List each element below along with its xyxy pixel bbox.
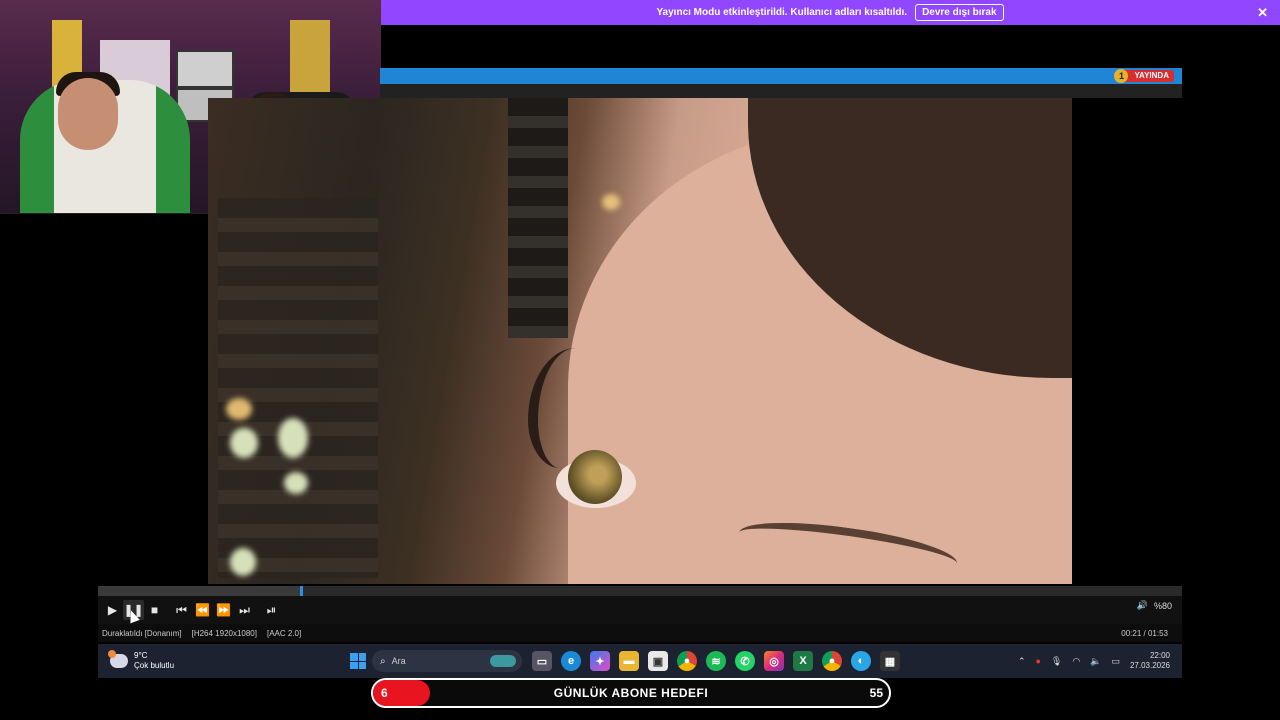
weather-cloud-icon	[108, 650, 128, 668]
video-bokeh-light	[602, 194, 620, 210]
stop-icon[interactable]: ■	[144, 600, 165, 620]
disable-streamer-mode-button[interactable]: Devre dışı bırak	[915, 4, 1004, 21]
video-bokeh-light	[278, 418, 308, 458]
notification-icon[interactable]: 1	[1114, 69, 1129, 83]
playback-time: 00:21 / 01:53	[1121, 628, 1168, 638]
wifi-icon[interactable]: ◠	[1072, 656, 1080, 667]
subscriber-goal-target: 55	[869, 686, 883, 700]
screen: Yayıncı Modu etkinleştirildi. Kullanıcı …	[0, 0, 1280, 720]
chrome-profile-icon[interactable]: ●	[822, 651, 842, 671]
video-bokeh-light	[226, 398, 252, 420]
banner-message: Yayıncı Modu etkinleştirildi. Kullanıcı …	[656, 7, 908, 18]
video-codec: [H264 1920x1080]	[191, 628, 257, 638]
clock[interactable]: 22:00 27.03.2026	[1130, 651, 1170, 671]
excel-icon[interactable]: X	[793, 651, 813, 671]
frame-step-icon[interactable]: ⏯	[261, 600, 282, 620]
video-bokeh-light	[284, 472, 308, 494]
seek-bar-thumb[interactable]	[300, 586, 303, 596]
seek-bar-progress	[98, 586, 300, 596]
weather-temperature: 9°C	[134, 651, 148, 660]
video-bokeh-light	[230, 548, 256, 576]
start-icon[interactable]	[350, 653, 366, 669]
player-toolbar	[380, 84, 1182, 98]
webcam-wall-frame	[176, 50, 234, 88]
video-iris	[568, 450, 622, 504]
microphone-icon[interactable]: 🎙	[1051, 656, 1062, 667]
file-explorer-icon[interactable]: ▬	[619, 651, 639, 671]
video-bokeh-light	[230, 428, 258, 458]
spotify-icon[interactable]: ≋	[706, 651, 726, 671]
streamer-mode-banner: Yayıncı Modu etkinleştirildi. Kullanıcı …	[380, 0, 1280, 25]
volume-label: %80	[1153, 600, 1172, 611]
browser-icon[interactable]: ◐	[851, 651, 871, 671]
edge-icon[interactable]: e	[561, 651, 581, 671]
close-icon[interactable]: ✕	[1257, 5, 1268, 21]
subscriber-goal-title: GÜNLÜK ABONE HEDEFI	[553, 686, 709, 700]
speaker-icon[interactable]: 🔊	[1137, 600, 1148, 611]
video-frame[interactable]	[208, 98, 1072, 584]
live-label: YAYINDA	[1134, 71, 1169, 80]
volume-control[interactable]: 🔊 %80	[1137, 600, 1172, 611]
player-controls: ▶ ❚❚ ■ ⏮ ⏪ ⏩ ⏭ ⏯ 🔊 %80	[98, 596, 1182, 624]
taskbar: 9°C Çok bulutlu ⌕ Ara ▭ e ✦ ▬ ▣ ● ≋ ✆ ◎ …	[98, 644, 1182, 678]
taskbar-apps: ▭ e ✦ ▬ ▣ ● ≋ ✆ ◎ X ● ◐ ▦	[532, 651, 900, 671]
weather-widget[interactable]: 9°C Çok bulutlu	[108, 650, 350, 671]
search-icon: ⌕	[380, 655, 386, 667]
clock-date: 27.03.2026	[1129, 661, 1170, 670]
player-status-bar: Duraklatıldı [Donanım] [H264 1920x1080] …	[98, 624, 1182, 642]
next-icon[interactable]: ⏭	[234, 600, 255, 620]
webcam-streamer-head	[58, 78, 118, 150]
volume-tray-icon[interactable]: 🔈	[1090, 656, 1101, 667]
search-highlight-icon	[490, 655, 516, 667]
whatsapp-icon[interactable]: ✆	[735, 651, 755, 671]
system-tray: ⌃ ● 🎙 ◠ 🔈 ▭ 22:00 27.03.2026	[1018, 644, 1170, 678]
store-icon[interactable]: ▣	[648, 651, 668, 671]
player-title-bar[interactable]: 1 YAYINDA	[380, 68, 1182, 84]
copilot-icon[interactable]: ✦	[590, 651, 610, 671]
audio-codec: [AAC 2.0]	[266, 628, 302, 638]
search-box[interactable]: ⌕ Ara	[372, 650, 522, 672]
weather-condition: Çok bulutlu	[134, 661, 175, 670]
video-background-building	[218, 198, 378, 578]
play-icon[interactable]: ▶	[102, 600, 123, 620]
seek-bar[interactable]	[98, 586, 1182, 596]
video-background-building	[508, 98, 568, 338]
playback-state: Duraklatıldı [Donanım]	[102, 628, 182, 638]
recording-icon[interactable]: ●	[1035, 656, 1040, 666]
chrome-icon[interactable]: ●	[677, 651, 697, 671]
live-badge: 1 YAYINDA	[1114, 69, 1174, 83]
search-placeholder: Ara	[391, 656, 406, 666]
fast-forward-icon[interactable]: ⏩	[213, 600, 234, 620]
player-app-icon[interactable]: ▦	[880, 651, 900, 671]
file-view-icon[interactable]: ▭	[532, 651, 552, 671]
instagram-icon[interactable]: ◎	[764, 651, 784, 671]
clock-time: 22:00	[1149, 651, 1170, 660]
rewind-icon[interactable]: ⏪	[192, 600, 213, 620]
battery-icon[interactable]: ▭	[1111, 656, 1120, 667]
subscriber-goal-bar: 6 GÜNLÜK ABONE HEDEFI 55	[371, 678, 891, 708]
previous-icon[interactable]: ⏮	[171, 600, 192, 620]
show-hidden-icons-icon[interactable]: ⌃	[1018, 656, 1026, 667]
